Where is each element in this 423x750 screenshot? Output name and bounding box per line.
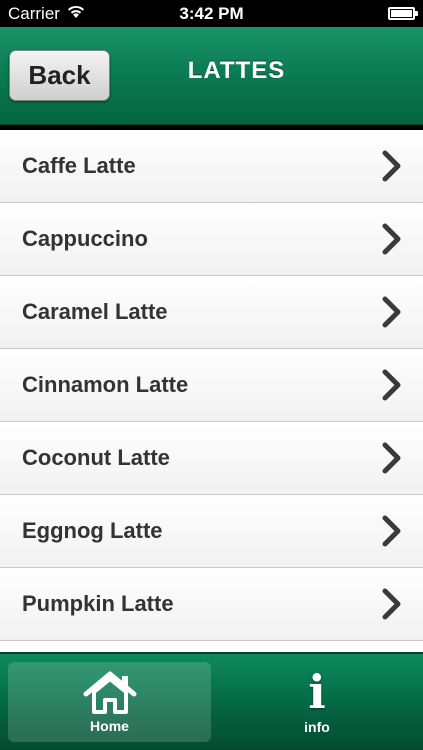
chevron-right-icon <box>382 588 401 620</box>
info-icon: i <box>308 665 326 719</box>
list-item[interactable]: Cappuccino <box>0 203 423 276</box>
list-item[interactable]: Pumpkin Latte <box>0 568 423 641</box>
list-item[interactable]: Coconut Latte <box>0 422 423 495</box>
chevron-right-icon <box>382 515 401 547</box>
tab-info-label: info <box>304 719 330 735</box>
list-item[interactable]: Cinnamon Latte <box>0 349 423 422</box>
tab-home[interactable]: Home <box>8 662 211 742</box>
navigation-bar: Back LATTES <box>0 27 423 125</box>
chevron-right-icon <box>382 442 401 474</box>
list-item-label: Caramel Latte <box>22 299 168 324</box>
tab-bar: Home i info <box>0 652 423 750</box>
list-item-label: Caffe Latte <box>22 153 136 178</box>
chevron-right-icon <box>382 369 401 401</box>
chevron-right-icon <box>382 150 401 182</box>
list-item[interactable]: Caramel Latte <box>0 276 423 349</box>
page-title: LATTES <box>187 57 286 84</box>
status-left: Carrier <box>8 4 86 24</box>
home-icon <box>82 670 138 714</box>
chevron-right-icon <box>382 223 401 255</box>
list-item-label: Coconut Latte <box>22 445 170 470</box>
list-item[interactable]: Caffe Latte <box>0 130 423 203</box>
list-item-label: Pumpkin Latte <box>22 591 174 616</box>
status-right <box>388 7 418 20</box>
back-button[interactable]: Back <box>9 50 110 101</box>
chevron-right-icon <box>382 296 401 328</box>
status-bar: Carrier 3:42 PM <box>0 0 423 27</box>
list-item-label: Cappuccino <box>22 226 148 251</box>
tab-home-label: Home <box>90 718 129 734</box>
list-item[interactable]: Eggnog Latte <box>0 495 423 568</box>
wifi-icon <box>66 4 86 24</box>
carrier-label: Carrier <box>8 3 60 23</box>
latte-list: Caffe Latte Cappuccino Caramel Latte Cin… <box>0 130 423 652</box>
list-item-label: Eggnog Latte <box>22 518 163 543</box>
tab-info[interactable]: i info <box>211 654 423 750</box>
list-item-label: Cinnamon Latte <box>22 372 189 397</box>
battery-icon <box>388 7 418 20</box>
